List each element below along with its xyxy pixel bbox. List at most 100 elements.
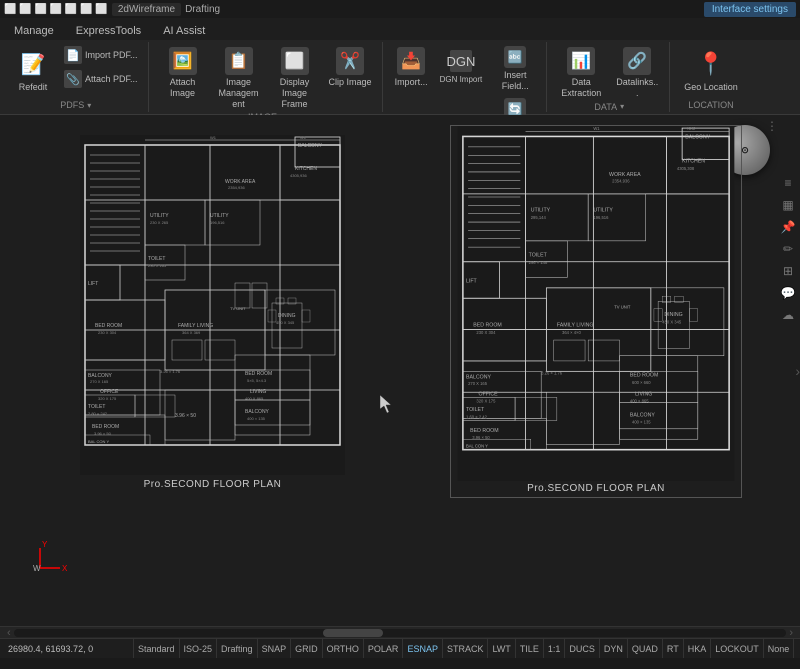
datalinks-btn[interactable]: 🔗 Datalinks... xyxy=(611,44,663,102)
svg-text:TOILET: TOILET xyxy=(529,253,548,259)
status-esnap[interactable]: ESNAP xyxy=(403,639,443,658)
status-lwt[interactable]: LWT xyxy=(488,639,515,658)
scroll-right-btn[interactable]: › xyxy=(786,627,796,639)
import-pdf-label: Import PDF... xyxy=(85,50,138,60)
grid-palette-btn[interactable]: ⊞ xyxy=(780,263,796,279)
status-tile[interactable]: TILE xyxy=(516,639,544,658)
svg-text:3.96 × 50: 3.96 × 50 xyxy=(472,435,490,440)
svg-text:OFFICE: OFFICE xyxy=(479,391,499,397)
status-ducs[interactable]: DUCS xyxy=(565,639,600,658)
data-extraction-btn[interactable]: 📊 Data Extraction xyxy=(555,44,607,102)
display-image-frame-label: Display Image Frame xyxy=(273,77,317,109)
geo-location-label: Geo Location xyxy=(684,82,738,92)
image-management-icon: 📋 xyxy=(225,47,253,75)
tab-expresstools[interactable]: ExpressTools xyxy=(66,22,151,40)
app-icons: ⬜ ⬜ ⬜ ⬜ ⬜ ⬜ ⬜ xyxy=(4,4,108,15)
svg-text:TOILET: TOILET xyxy=(148,256,165,262)
canvas-scroll-right-btn[interactable]: › xyxy=(795,363,800,379)
import-btn[interactable]: 📥 Import... xyxy=(391,44,432,91)
ribbon-group-location: 📍 Geo Location LOCATION xyxy=(672,42,750,112)
svg-text:BED ROOM: BED ROOM xyxy=(473,322,501,328)
status-iso25[interactable]: ISO-25 xyxy=(180,639,218,658)
pin-palette-btn[interactable]: 📌 xyxy=(780,219,796,235)
svg-text:3.26 × 1.76: 3.26 × 1.76 xyxy=(160,369,181,374)
attach-image-label: Attach Image xyxy=(161,77,205,99)
clip-image-btn[interactable]: ✂️ Clip Image xyxy=(325,44,376,91)
svg-text:196,516: 196,516 xyxy=(593,215,609,220)
svg-text:BED ROOM: BED ROOM xyxy=(630,373,658,379)
ribbon-group-pdfs: 📝 Refedit 📄 Import PDF... 📎 Attach PDF..… xyxy=(4,42,149,112)
status-hka[interactable]: HKA xyxy=(684,639,712,658)
refedit-button[interactable]: 📝 Refedit xyxy=(10,44,56,96)
image-management-btn[interactable]: 📋 Image Management xyxy=(213,44,265,112)
status-quad[interactable]: QUAD xyxy=(628,639,663,658)
svg-text:FAMILY LIVING: FAMILY LIVING xyxy=(178,323,213,329)
drafting-label: Drafting xyxy=(185,4,220,15)
svg-text:270 X 165: 270 X 165 xyxy=(90,379,109,384)
display-image-frame-btn[interactable]: ⬜ Display Image Frame xyxy=(269,44,321,112)
scroll-track[interactable] xyxy=(14,629,787,637)
svg-text:W1: W1 xyxy=(300,135,307,140)
image-management-label: Image Management xyxy=(217,77,261,109)
status-polar[interactable]: POLAR xyxy=(364,639,404,658)
status-drafting[interactable]: Drafting xyxy=(217,639,258,658)
attach-pdf-label: Attach PDF... xyxy=(85,74,138,84)
settings-palette-btn[interactable]: ≡ xyxy=(780,175,796,191)
horizontal-scrollbar[interactable]: ‹ › xyxy=(0,626,800,638)
svg-text:KITCHEN: KITCHEN xyxy=(682,159,705,165)
svg-text:BAL CON Y: BAL CON Y xyxy=(88,439,109,444)
cloud-palette-btn[interactable]: ☁ xyxy=(780,307,796,323)
scroll-left-btn[interactable]: ‹ xyxy=(4,627,14,639)
insert-field-btn[interactable]: 🔤 Insert Field... xyxy=(490,44,540,94)
status-dyn[interactable]: DYN xyxy=(600,639,628,658)
svg-text:2354,936: 2354,936 xyxy=(228,185,245,190)
svg-text:OFFICE: OFFICE xyxy=(100,389,119,395)
svg-text:230 X 265: 230 X 265 xyxy=(148,263,167,268)
svg-text:UTILITY: UTILITY xyxy=(210,213,229,219)
wireframe-dropdown[interactable]: 2dWireframe xyxy=(112,3,181,16)
status-grid[interactable]: GRID xyxy=(291,639,323,658)
status-rt[interactable]: RT xyxy=(663,639,684,658)
svg-text:BED ROOM: BED ROOM xyxy=(92,424,119,430)
svg-text:270 X 165: 270 X 165 xyxy=(468,381,488,386)
status-ortho[interactable]: ORTHO xyxy=(323,639,364,658)
title-bar: ⬜ ⬜ ⬜ ⬜ ⬜ ⬜ ⬜ 2dWireframe Drafting Inter… xyxy=(0,0,800,18)
svg-text:W1: W1 xyxy=(593,126,600,131)
cursor-arrow xyxy=(380,395,396,418)
svg-text:230 X 304: 230 X 304 xyxy=(476,330,496,335)
clip-image-icon: ✂️ xyxy=(336,47,364,75)
attach-image-icon: 🖼️ xyxy=(169,47,197,75)
ribbon-content: 📝 Refedit 📄 Import PDF... 📎 Attach PDF..… xyxy=(0,40,800,114)
svg-text:BALCONY: BALCONY xyxy=(298,143,323,149)
svg-text:450 X 345: 450 X 345 xyxy=(662,319,682,324)
svg-text:295,144: 295,144 xyxy=(531,215,547,220)
status-standard[interactable]: Standard xyxy=(134,639,180,658)
layers-palette-btn[interactable]: ▦ xyxy=(780,197,796,213)
status-none[interactable]: None xyxy=(764,639,795,658)
floor-plan-left: BALCONY KITCHEN 4305,936 xyxy=(80,135,345,490)
tab-manage[interactable]: Manage xyxy=(4,22,64,40)
dgn-icon: DGN xyxy=(450,50,472,72)
canvas-menu-dots[interactable]: ⋮ xyxy=(766,119,778,133)
status-11[interactable]: 1:1 xyxy=(544,639,566,658)
status-snap[interactable]: SNAP xyxy=(258,639,292,658)
scroll-thumb[interactable] xyxy=(323,629,383,637)
svg-text:1.60 × 2.42: 1.60 × 2.42 xyxy=(466,414,488,419)
dgn-import-btn[interactable]: DGN DGN Import xyxy=(436,48,487,86)
status-strack[interactable]: STRACK xyxy=(443,639,489,658)
svg-text:BED ROOM: BED ROOM xyxy=(245,371,272,377)
attach-image-btn[interactable]: 🖼️ Attach Image xyxy=(157,44,209,102)
balloon-palette-btn[interactable]: 💬 xyxy=(780,285,796,301)
attach-pdf-btn[interactable]: 📎 Attach PDF... xyxy=(60,68,142,90)
image-items: 🖼️ Attach Image 📋 Image Management ⬜ Dis… xyxy=(157,44,376,112)
geo-location-btn[interactable]: 📍 Geo Location xyxy=(678,44,744,96)
display-image-frame-icon: ⬜ xyxy=(281,47,309,75)
import-pdf-btn[interactable]: 📄 Import PDF... xyxy=(60,44,142,66)
svg-text:WORK AREA: WORK AREA xyxy=(609,172,641,178)
interface-settings-btn[interactable]: Interface settings xyxy=(704,2,796,17)
status-lockout[interactable]: LOCKOUT xyxy=(711,639,764,658)
canvas-container[interactable]: ⊙ ⋮ ≡ ▦ 📌 ✏ ⊞ 💬 ☁ Y X W xyxy=(0,115,800,626)
pen-palette-btn[interactable]: ✏ xyxy=(780,241,796,257)
tab-aiassist[interactable]: AI Assist xyxy=(153,22,215,40)
pdfs-chevron: ▾ xyxy=(87,101,91,110)
